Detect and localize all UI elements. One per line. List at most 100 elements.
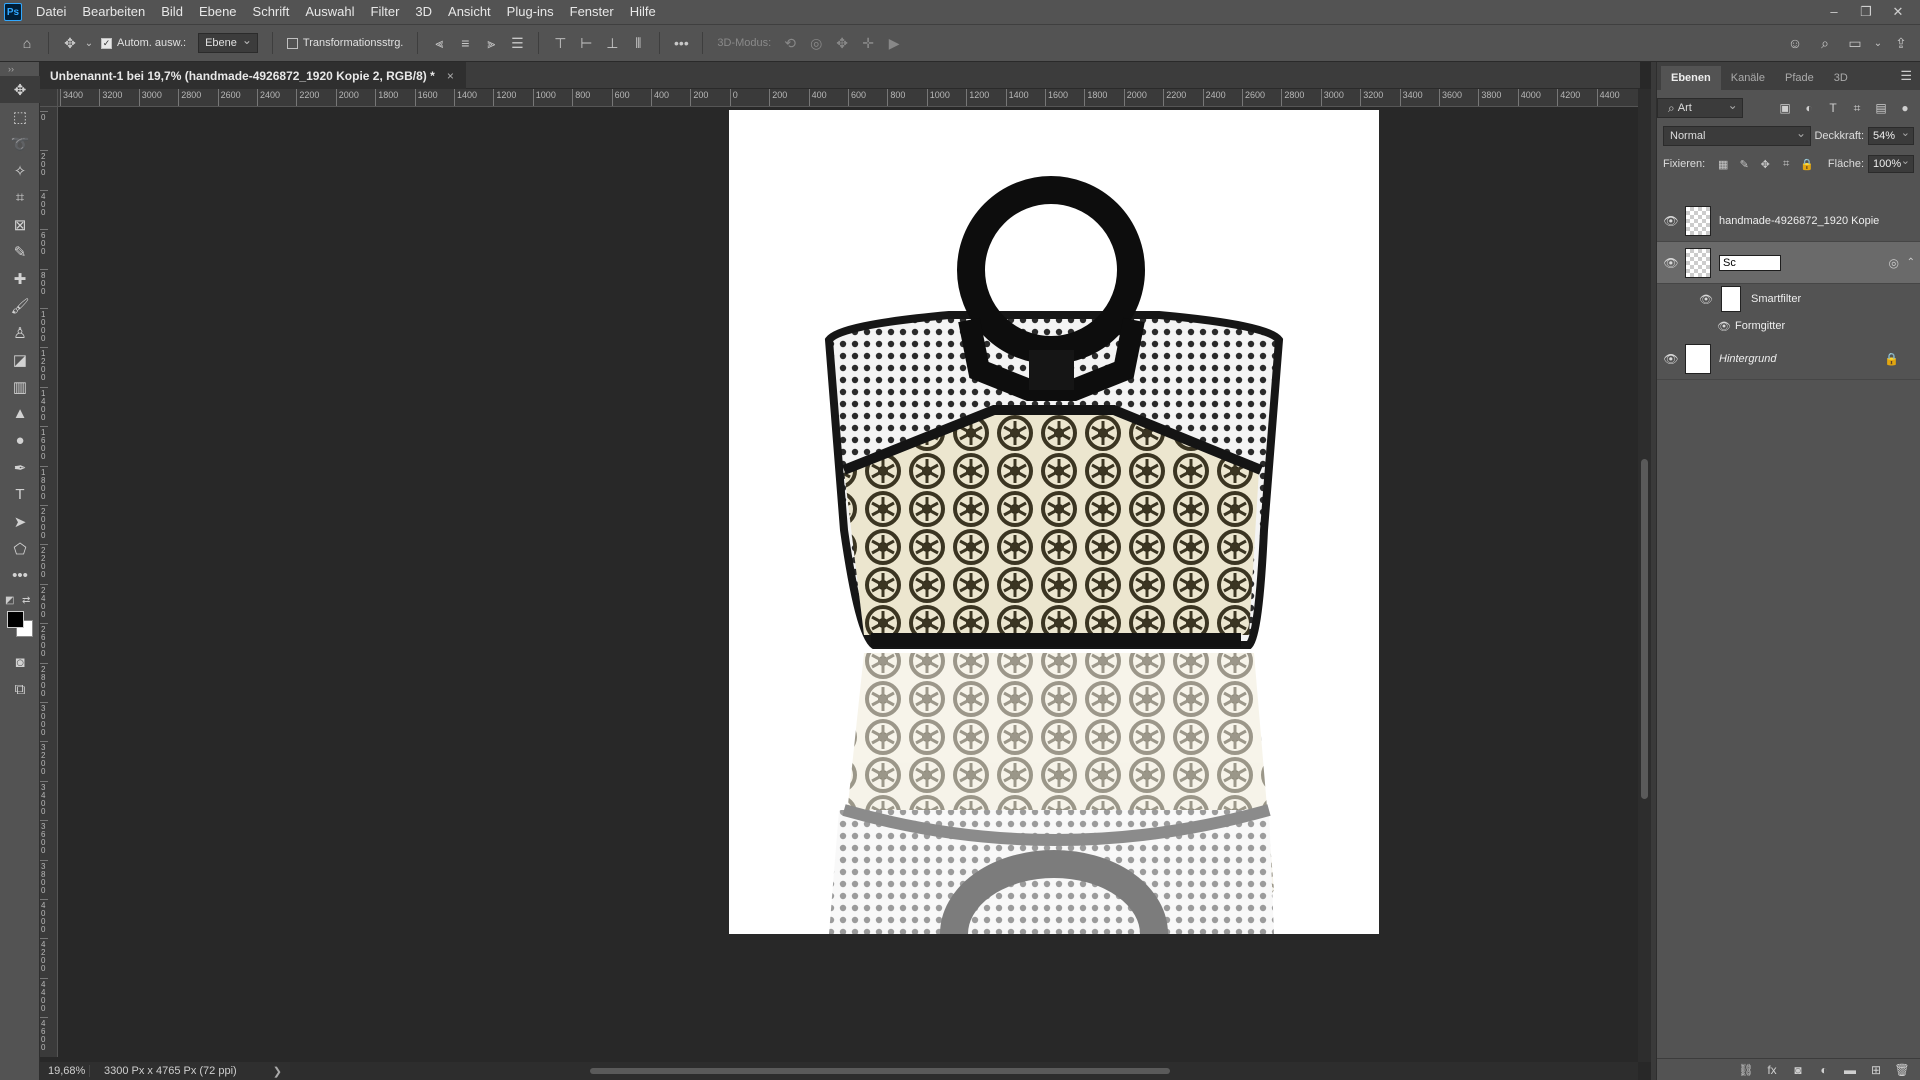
3d-orbit-icon[interactable]: ⟲ [777,30,803,56]
restore-button[interactable]: ❐ [1850,0,1882,24]
document-canvas[interactable] [729,110,1379,934]
tab-3d[interactable]: 3D [1824,66,1858,90]
align-left-icon[interactable]: ⫷ [426,30,452,56]
ruler-origin[interactable] [40,89,58,107]
vertical-scrollbar[interactable] [1638,89,1651,1062]
adjustment-layer-icon[interactable]: ◐ [1815,1063,1833,1077]
distribute-horizontal-icon[interactable]: ⦀ [625,30,651,56]
align-center-icon[interactable]: ≡ [452,30,478,56]
brush-tool-icon[interactable]: 🖌 [0,292,40,319]
blur-tool-icon[interactable]: ▲ [0,400,40,427]
chevron-up-icon[interactable]: ⌃ [1907,257,1915,268]
horizontal-ruler[interactable]: 3400 3200 3000 2800 2600 2400 2200 2000 1800 1600… [58,89,1640,107]
lock-pixels-icon[interactable]: ✎ [1736,158,1752,171]
horizontal-scrollbar[interactable] [290,1062,1638,1080]
menu-filter[interactable]: Filter [363,0,408,24]
vertical-scroll-thumb[interactable] [1641,459,1648,799]
smartfilter-indicator-icon[interactable]: ◎ [1889,256,1899,270]
foreground-color-swatch[interactable] [7,611,24,628]
menu-auswahl[interactable]: Auswahl [297,0,362,24]
tab-pfade[interactable]: Pfade [1775,66,1824,90]
lock-artboard-icon[interactable]: ⌗ [1778,158,1794,171]
eye-icon[interactable]: 👁 [1699,293,1717,306]
menu-datei[interactable]: Datei [28,0,74,24]
menu-ansicht[interactable]: Ansicht [440,0,499,24]
delete-layer-icon[interactable]: 🗑 [1893,1063,1911,1077]
layer-row-selected[interactable]: 👁 Sc ◎ ⌃ [1657,242,1920,284]
filter-type-icon[interactable]: T [1824,99,1842,117]
panel-grip-icon[interactable]: ›› [0,62,39,76]
3d-roll-icon[interactable]: ◎ [803,30,829,56]
auto-select-target-dropdown[interactable]: Ebene [198,31,258,53]
new-group-icon[interactable]: ▬ [1841,1063,1859,1077]
filter-pixel-icon[interactable]: ▣ [1776,99,1794,117]
eye-icon[interactable]: 👁 [1657,214,1685,228]
align-top-icon[interactable]: ⊤ [547,30,573,56]
tab-kanaele[interactable]: Kanäle [1721,66,1775,90]
3d-camera-icon[interactable]: ▶ [881,30,907,56]
eye-icon[interactable]: 👁 [1657,352,1685,366]
lasso-tool-icon[interactable]: ➰ [0,130,40,157]
quick-mask-icon[interactable]: ◙ [0,649,40,676]
smartfilter-row[interactable]: 👁 Smartfilter [1657,284,1920,314]
panel-menu-icon[interactable]: ☰ [1900,68,1912,84]
minimize-button[interactable]: – [1818,0,1850,24]
dodge-tool-icon[interactable]: ● [0,427,40,454]
path-selection-tool-icon[interactable]: ➤ [0,508,40,535]
marquee-tool-icon[interactable]: ⬚ [0,103,40,130]
shape-tool-icon[interactable]: ⬠ [0,535,40,562]
layer-style-icon[interactable]: fx [1763,1063,1781,1077]
eye-icon[interactable]: 👁 [1717,320,1735,333]
pen-tool-icon[interactable]: ✒ [0,454,40,481]
lock-position-icon[interactable]: ✥ [1757,158,1773,171]
close-tab-icon[interactable]: × [447,69,454,83]
align-right-icon[interactable]: ⫸ [478,30,504,56]
eye-icon[interactable]: 👁 [1657,256,1685,270]
gradient-tool-icon[interactable]: ▥ [0,373,40,400]
eraser-tool-icon[interactable]: ◪ [0,346,40,373]
layer-row[interactable]: 👁 handmade-4926872_1920 Kopie [1657,200,1920,242]
home-icon[interactable]: ⌂ [14,30,40,56]
document-tab[interactable]: Unbenannt-1 bei 19,7% (handmade-4926872_… [40,62,466,89]
add-mask-icon[interactable]: ◙ [1789,1063,1807,1077]
filter-adjustment-icon[interactable]: ◐ [1800,99,1818,117]
horizontal-scroll-thumb[interactable] [590,1068,1170,1074]
menu-schrift[interactable]: Schrift [245,0,298,24]
menu-fenster[interactable]: Fenster [562,0,622,24]
menu-ebene[interactable]: Ebene [191,0,245,24]
3d-slide-icon[interactable]: ✛ [855,30,881,56]
vertical-ruler[interactable]: 0 200 400 600 800 1000 1200 1400 1600 1800 2000 220… [40,107,58,1057]
layer-row[interactable]: 👁 Hintergrund 🔒 [1657,338,1920,380]
opacity-input[interactable]: 54% [1868,125,1914,145]
distribute-vertical-icon[interactable]: ☰ [504,30,530,56]
move-tool-icon[interactable]: ✥ [0,76,40,103]
screen-mode-icon[interactable]: ⧉ [0,676,40,703]
3d-pan-icon[interactable]: ✥ [829,30,855,56]
menu-hilfe[interactable]: Hilfe [622,0,664,24]
more-tools-icon[interactable]: ••• [0,562,40,589]
search-icon[interactable]: ⌕ [1812,30,1838,56]
eyedropper-tool-icon[interactable]: ✎ [0,238,40,265]
default-colors-icon[interactable]: ◩ [5,595,14,606]
healing-brush-tool-icon[interactable]: ✚ [0,265,40,292]
stamp-tool-icon[interactable]: ♙ [0,319,40,346]
link-layers-icon[interactable]: ⛓ [1737,1063,1755,1077]
magic-wand-tool-icon[interactable]: ✧ [0,157,40,184]
transform-controls-checkbox[interactable]: ✓ Transformationsstrg. [286,37,403,49]
filter-row[interactable]: 👁 Formgitter [1657,314,1920,338]
menu-plugins[interactable]: Plug-ins [499,0,562,24]
chevron-down-icon[interactable]: ⌄ [83,30,95,56]
close-window-button[interactable]: ✕ [1882,0,1914,24]
filter-shape-icon[interactable]: ⌗ [1848,99,1866,117]
align-middle-icon[interactable]: ⊢ [573,30,599,56]
layer-rename-input[interactable]: Sc [1719,254,1781,271]
zoom-level[interactable]: 19,68% [40,1065,90,1077]
filter-smartobject-icon[interactable]: ▤ [1872,99,1890,117]
tab-ebenen[interactable]: Ebenen [1661,66,1721,90]
crop-tool-icon[interactable]: ⌗ [0,184,40,211]
fill-input[interactable]: 100% [1868,153,1914,173]
chevron-down-icon[interactable]: ⌄ [1872,30,1884,56]
discover-icon[interactable]: ☺ [1782,30,1808,56]
move-tool-preset-icon[interactable]: ✥ [57,30,83,56]
menu-3d[interactable]: 3D [407,0,440,24]
